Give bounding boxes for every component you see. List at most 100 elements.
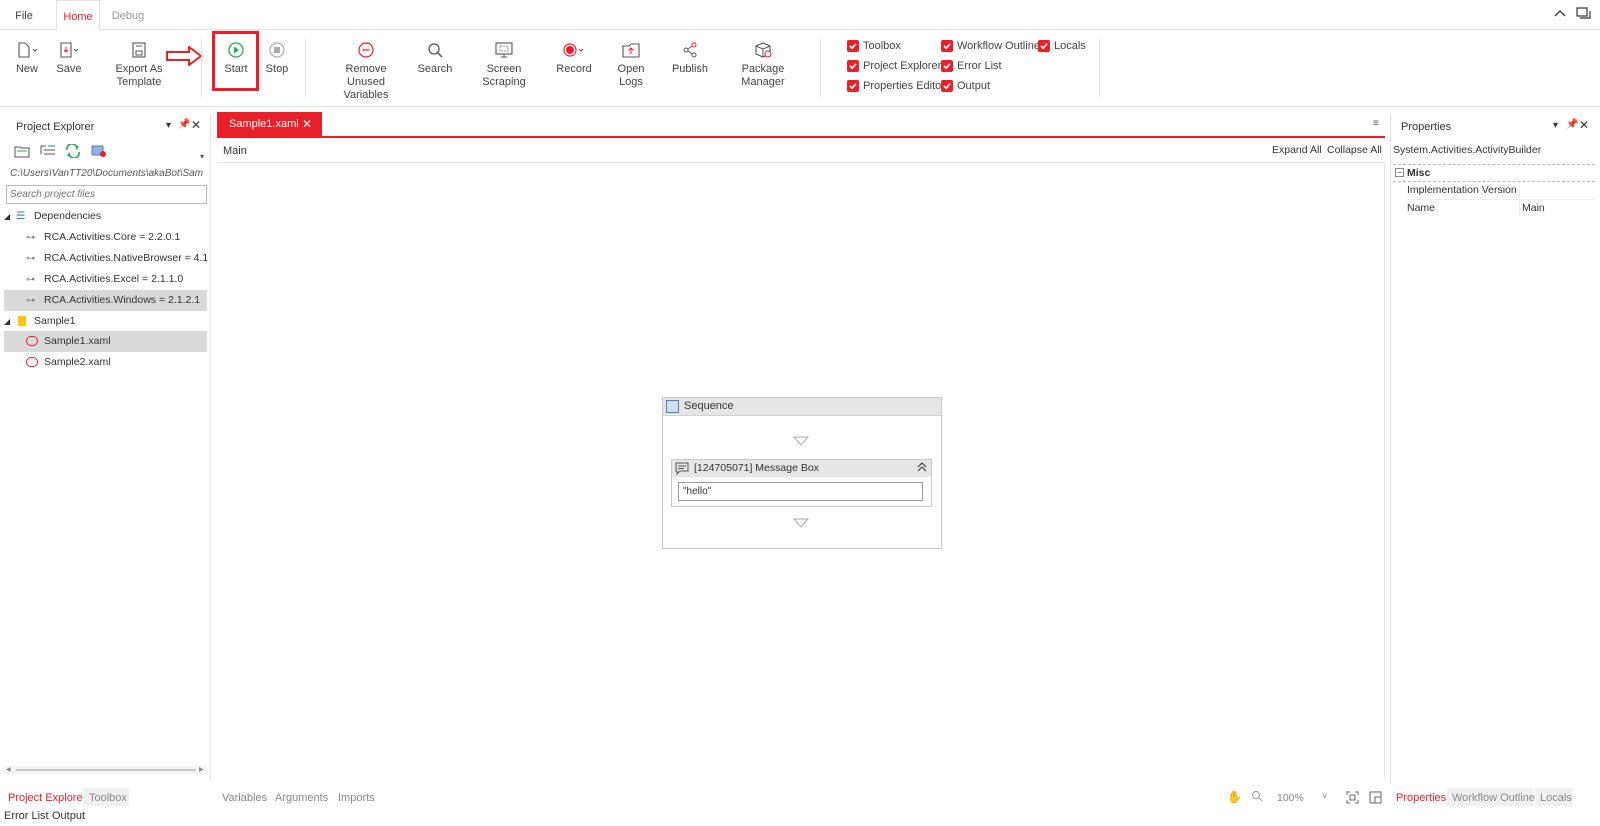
- properties-type-name: System.Activities.ActivityBuilder: [1393, 144, 1542, 156]
- open-logs-button[interactable]: Open Logs: [605, 39, 657, 89]
- file-item[interactable]: Sample2.xaml: [4, 352, 207, 373]
- tab-list-dropdown-icon[interactable]: ≡: [1373, 118, 1379, 129]
- close-panel-icon[interactable]: ✕: [1579, 118, 1589, 132]
- tree-node-dependencies[interactable]: ◢ ☰ Dependencies: [4, 206, 207, 227]
- overview-map-icon[interactable]: [1369, 791, 1382, 807]
- zoom-level[interactable]: 100%: [1277, 792, 1304, 804]
- open-folder-icon[interactable]: [14, 144, 30, 161]
- document-tab-label: Sample1.xaml: [229, 118, 299, 130]
- zoom-icon[interactable]: [1251, 790, 1263, 805]
- tab-project-explorer[interactable]: Project Explorer: [8, 792, 86, 804]
- stop-button[interactable]: Stop: [260, 39, 294, 76]
- sequence-activity[interactable]: Sequence [124705071] Message Box "hello": [662, 397, 942, 549]
- collapse-ribbon-icon[interactable]: [1553, 7, 1567, 21]
- tab-variables[interactable]: Variables: [222, 792, 267, 804]
- save-button[interactable]: Save: [52, 39, 86, 76]
- expand-tree-icon[interactable]: [40, 144, 56, 161]
- property-value[interactable]: Main: [1519, 200, 1595, 216]
- output-checkbox[interactable]: Output: [941, 78, 990, 94]
- sequence-title: Sequence: [684, 400, 734, 412]
- tab-underline: [217, 136, 1385, 138]
- screen-scraping-button[interactable]: Screen Scraping: [466, 39, 542, 89]
- checked-icon: [1038, 40, 1050, 52]
- drop-arrow-icon[interactable]: [792, 518, 810, 531]
- new-button[interactable]: New: [10, 39, 44, 76]
- property-row[interactable]: Implementation Version: [1407, 182, 1595, 199]
- checked-icon: [941, 80, 953, 92]
- zoom-dropdown-icon[interactable]: ˅: [1322, 791, 1327, 801]
- menu-tab-debug[interactable]: Debug: [106, 0, 150, 30]
- locals-checkbox[interactable]: Locals: [1038, 38, 1086, 54]
- collapse-activity-icon[interactable]: [916, 461, 928, 476]
- search-button[interactable]: Search: [415, 39, 455, 76]
- tab-error-list[interactable]: Error List: [4, 810, 49, 822]
- dependency-item[interactable]: ⊶ RCA.Activities.Windows = 2.1.2.1: [4, 290, 207, 311]
- remove-unused-variables-button[interactable]: Remove Unused Variables: [326, 39, 406, 102]
- refresh-icon[interactable]: [65, 143, 81, 161]
- scroll-left-icon[interactable]: ◀: [6, 766, 11, 773]
- dependency-item[interactable]: ⊶ RCA.Activities.Core = 2.2.0.1: [4, 227, 207, 248]
- publish-button[interactable]: Publish: [668, 39, 712, 76]
- project-explorer-checkbox[interactable]: Project Explorer: [847, 58, 941, 74]
- tab-imports[interactable]: Imports: [338, 792, 375, 804]
- remove-icon: [326, 39, 406, 61]
- tab-arguments[interactable]: Arguments: [275, 792, 328, 804]
- menu-tab-file[interactable]: File: [6, 0, 42, 30]
- publish-label: Publish: [671, 63, 709, 75]
- record-button[interactable]: Record: [554, 39, 594, 76]
- error-list-checkbox[interactable]: Error List: [941, 58, 1002, 74]
- property-name: Implementation Version: [1407, 184, 1517, 196]
- fit-to-screen-icon[interactable]: [1346, 791, 1359, 807]
- breadcrumb[interactable]: Main: [223, 145, 247, 157]
- horizontal-scrollbar[interactable]: ◀ ▶: [4, 766, 207, 774]
- sequence-header[interactable]: Sequence: [663, 398, 941, 416]
- tab-locals[interactable]: Locals: [1540, 792, 1572, 804]
- message-box-header[interactable]: [124705071] Message Box: [672, 460, 931, 477]
- tab-output[interactable]: Output: [52, 810, 85, 822]
- close-panel-icon[interactable]: ✕: [191, 118, 201, 132]
- collapse-all-link[interactable]: Collapse All: [1327, 144, 1382, 156]
- panel-dropdown-icon[interactable]: ▾: [1553, 120, 1558, 131]
- search-project-files-input[interactable]: [6, 185, 207, 204]
- package-manager-button[interactable]: Package Manager: [721, 39, 805, 89]
- drop-arrow-icon[interactable]: [792, 436, 810, 449]
- screen-scraping-icon: [466, 39, 542, 61]
- expand-all-link[interactable]: Expand All: [1272, 144, 1322, 156]
- collapse-category-icon[interactable]: −: [1395, 168, 1404, 177]
- pin-icon[interactable]: 📌: [178, 119, 190, 130]
- collapse-arrow-icon[interactable]: ◢: [4, 311, 10, 332]
- tab-workflow-outline[interactable]: Workflow Outline: [1452, 792, 1535, 804]
- message-text-input[interactable]: "hello": [678, 482, 923, 501]
- properties-category-misc[interactable]: − Misc: [1393, 164, 1595, 182]
- toolbox-checkbox[interactable]: Toolbox: [847, 38, 901, 54]
- tab-toolbox[interactable]: Toolbox: [89, 792, 127, 804]
- output-checkbox-label: Output: [957, 80, 991, 92]
- project-label: Sample1: [34, 315, 76, 327]
- properties-editor-checkbox[interactable]: Properties Editor: [847, 78, 945, 94]
- window-layout-icon[interactable]: [1576, 7, 1592, 21]
- property-row[interactable]: Name Main: [1407, 199, 1595, 216]
- pan-hand-icon[interactable]: ✋: [1227, 790, 1242, 804]
- remove-project-icon[interactable]: [91, 144, 107, 161]
- tree-node-project[interactable]: ◢ Sample1: [4, 311, 207, 332]
- message-box-activity[interactable]: [124705071] Message Box "hello": [671, 459, 932, 507]
- file-item[interactable]: Sample1.xaml: [4, 331, 207, 352]
- toolbar-overflow-icon[interactable]: ▾: [200, 152, 204, 161]
- dependency-item[interactable]: ⊶ RCA.Activities.Excel = 2.1.1.0: [4, 269, 207, 290]
- start-button[interactable]: Start: [216, 39, 256, 76]
- close-tab-icon[interactable]: ✕: [302, 112, 312, 137]
- scroll-right-icon[interactable]: ▶: [199, 766, 204, 773]
- document-tab-sample1[interactable]: Sample1.xaml ✕: [217, 112, 322, 137]
- remove-unused-label-2: Variables: [343, 89, 389, 101]
- tab-properties[interactable]: Properties: [1396, 792, 1446, 804]
- menu-tab-home[interactable]: Home: [56, 0, 100, 31]
- collapse-arrow-icon[interactable]: ◢: [4, 206, 10, 227]
- panel-dropdown-icon[interactable]: ▾: [166, 120, 171, 131]
- scrollbar-thumb[interactable]: [16, 769, 196, 771]
- pin-icon[interactable]: 📌: [1566, 119, 1578, 130]
- workflow-outline-checkbox[interactable]: Workflow Outline: [941, 38, 1040, 54]
- property-value[interactable]: [1519, 182, 1595, 199]
- save-label: Save: [56, 63, 82, 75]
- dependency-item[interactable]: ⊶ RCA.Activities.NativeBrowser = 4.1.0.1: [4, 248, 207, 269]
- designer-canvas[interactable]: Sequence [124705071] Message Box "hello": [217, 163, 1385, 778]
